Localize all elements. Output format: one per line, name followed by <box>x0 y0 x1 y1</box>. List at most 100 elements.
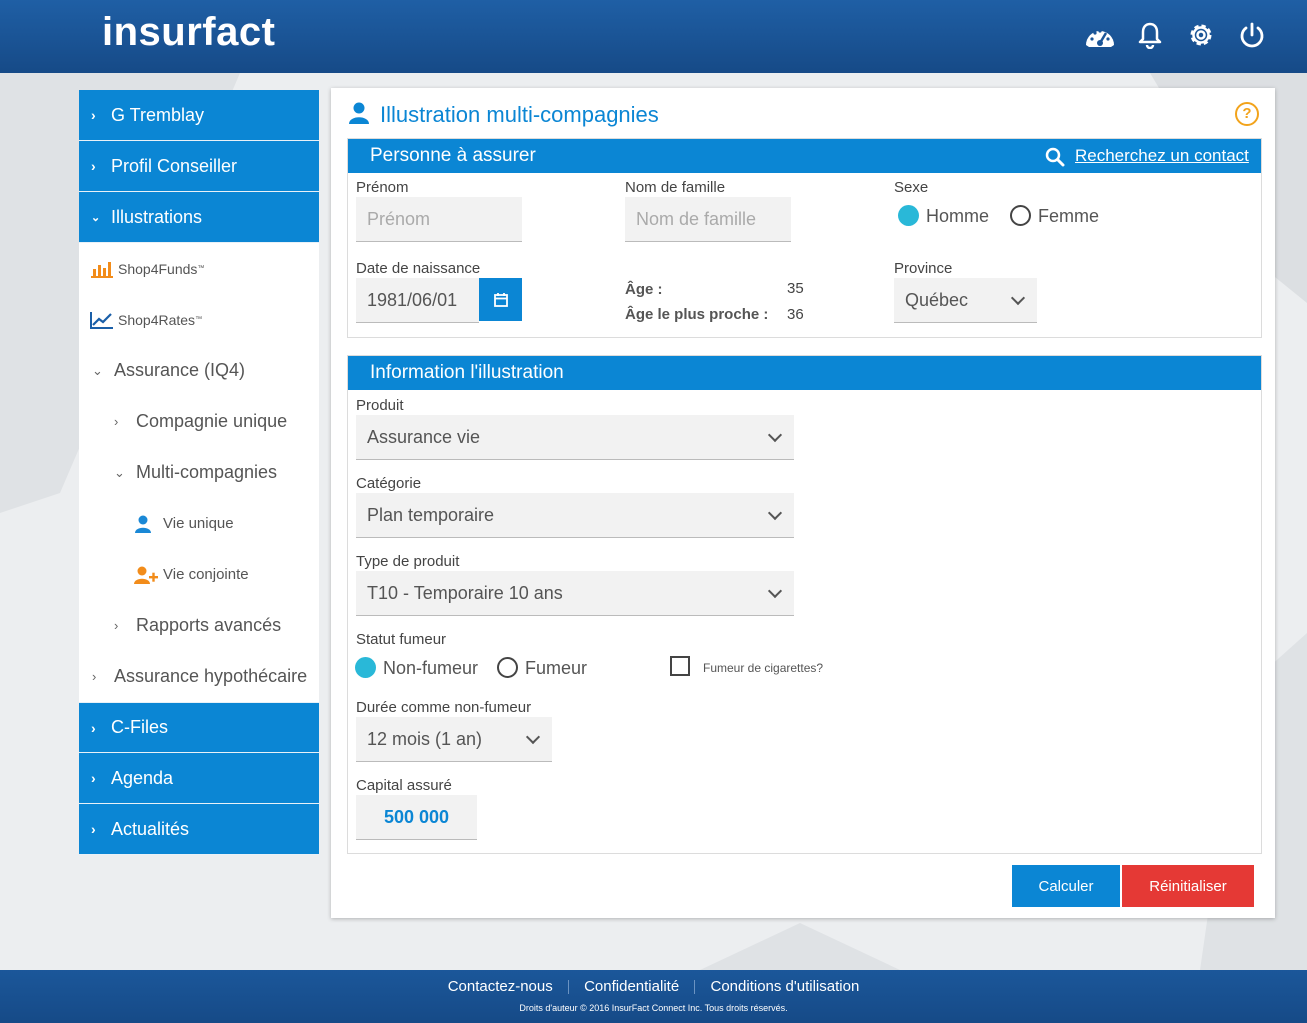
page-title: Illustration multi-compagnies <box>380 102 659 127</box>
trademark: ™ <box>195 316 203 323</box>
bar-chart-icon <box>91 261 113 278</box>
radio-non-fumeur[interactable] <box>355 657 376 678</box>
nom-field[interactable]: Nom de famille <box>625 197 791 242</box>
footer-link-confidentialite[interactable]: Confidentialité <box>584 978 679 995</box>
prenom-label: Prénom <box>356 179 409 196</box>
sidebar-item-vie-conjointe[interactable]: Vie conjointe <box>79 549 319 600</box>
sidebar-item-compagnie-unique[interactable]: › Compagnie unique <box>79 396 319 447</box>
sidebar-item-shop4funds[interactable]: Shop4Funds ™ <box>79 243 319 294</box>
bell-icon[interactable] <box>1133 18 1167 52</box>
province-select[interactable]: Québec <box>894 278 1037 323</box>
trademark: ™ <box>197 265 205 272</box>
radio-femme[interactable] <box>1010 205 1031 226</box>
calendar-button[interactable] <box>479 278 522 321</box>
sidebar-item-agenda[interactable]: › Agenda <box>79 753 319 804</box>
chevron-right-icon: › <box>91 158 96 174</box>
top-header: insurfact <box>0 0 1307 73</box>
calendar-icon <box>493 292 508 307</box>
section-personne: Personne à assurer Recherchez un contact… <box>347 138 1262 338</box>
chevron-right-icon: › <box>114 414 119 429</box>
radio-femme-label: Femme <box>1038 206 1100 226</box>
sidebar-item-actualites[interactable]: › Actualités <box>79 804 319 855</box>
nom-label: Nom de famille <box>625 179 726 196</box>
sidebar-item-c-files[interactable]: › C-Files <box>79 702 319 753</box>
radio-homme[interactable] <box>898 205 919 226</box>
age-value: 35 <box>787 280 804 297</box>
type-produit-value: T10 - Temporaire 10 ans <box>367 582 563 603</box>
sidebar-item-multi-compagnies[interactable]: ⌄ Multi-compagnies <box>79 447 319 498</box>
gear-icon[interactable] <box>1184 18 1218 52</box>
footer-link-conditions[interactable]: Conditions d'utilisation <box>711 978 860 995</box>
capital-label: Capital assuré <box>356 777 452 794</box>
chevron-down-icon <box>767 505 783 521</box>
radio-fumeur[interactable] <box>497 657 518 678</box>
duree-value: 12 mois (1 an) <box>367 728 483 749</box>
capital-field[interactable]: 500 000 <box>356 795 477 840</box>
user-icon <box>349 102 369 124</box>
dob-value: 1981/06/01 <box>367 289 458 310</box>
sidebar: › G Tremblay › Profil Conseiller ⌄ Illus… <box>79 90 319 855</box>
search-contact-link[interactable]: Recherchez un contact <box>1075 146 1249 166</box>
sidebar-item-label: C-Files <box>111 717 168 737</box>
chevron-down-icon <box>1010 290 1026 306</box>
cigarettes-label: Fumeur de cigarettes? <box>703 661 824 675</box>
sidebar-item-label: Rapports avancés <box>136 615 282 635</box>
age-proche-value: 36 <box>787 306 804 323</box>
calculer-button[interactable]: Calculer <box>1012 865 1120 907</box>
cigarettes-checkbox[interactable] <box>670 656 690 676</box>
sidebar-item-illustrations[interactable]: ⌄ Illustrations <box>79 192 319 243</box>
statut-fumeur-label: Statut fumeur <box>356 631 447 648</box>
sidebar-item-label: Illustrations <box>111 206 203 227</box>
sidebar-item-g-tremblay[interactable]: › G Tremblay <box>79 90 319 141</box>
footer-divider <box>567 980 569 995</box>
sidebar-item-label: Shop4Funds <box>118 260 198 277</box>
section-header: Personne à assurer Recherchez un contact <box>348 139 1261 173</box>
help-icon[interactable]: ? <box>1235 102 1259 126</box>
footer-divider <box>694 980 696 995</box>
main-panel: Illustration multi-compagnies ? Personne… <box>331 88 1275 918</box>
footer-link-contact[interactable]: Contactez-nous <box>448 978 553 995</box>
age-label: Âge : <box>625 281 663 298</box>
illustrations-submenu: Shop4Funds ™ Shop4Rates ™ ⌄ Assurance (IQ4… <box>79 243 319 702</box>
sidebar-item-assurance-iq4[interactable]: ⌄ Assurance (IQ4) <box>79 345 319 396</box>
section-title: Personne à assurer <box>370 145 536 166</box>
search-icon[interactable] <box>1045 147 1065 167</box>
dob-label: Date de naissance <box>356 260 481 277</box>
sidebar-item-shop4rates[interactable]: Shop4Rates ™ <box>79 294 319 345</box>
sidebar-item-vie-unique[interactable]: Vie unique <box>79 498 319 549</box>
reinitialiser-button[interactable]: Réinitialiser <box>1122 865 1254 907</box>
sidebar-item-profil-conseiller[interactable]: › Profil Conseiller <box>79 141 319 192</box>
insurfact-logo[interactable]: insurfact <box>102 10 275 55</box>
sidebar-item-rapports-avances[interactable]: › Rapports avancés <box>79 600 319 651</box>
duree-label: Durée comme non-fumeur <box>356 699 532 716</box>
user-icon <box>135 515 151 533</box>
categorie-label: Catégorie <box>356 475 422 492</box>
produit-select[interactable]: Assurance vie <box>356 415 794 460</box>
type-produit-select[interactable]: T10 - Temporaire 10 ans <box>356 571 794 616</box>
footer-links: Contactez-nous Confidentialité Condition… <box>0 978 1307 995</box>
sidebar-item-label: Actualités <box>111 818 190 839</box>
radio-fumeur-label: Fumeur <box>525 658 588 678</box>
chevron-down-icon <box>525 729 541 745</box>
chevron-right-icon: › <box>114 618 119 633</box>
sidebar-item-label: Multi-compagnies <box>136 462 278 482</box>
user-plus-icon <box>134 566 158 584</box>
power-icon[interactable] <box>1235 18 1269 52</box>
dob-field[interactable]: 1981/06/01 <box>356 278 479 323</box>
duree-select[interactable]: 12 mois (1 an) <box>356 717 552 762</box>
chevron-right-icon: › <box>91 719 96 736</box>
sidebar-item-assurance-hypothecaire[interactable]: › Assurance hypothécaire <box>79 651 319 702</box>
footer: Contactez-nous Confidentialité Condition… <box>0 970 1307 1023</box>
section-header: Information l'illustration <box>348 356 1261 390</box>
chevron-right-icon: › <box>92 669 97 684</box>
categorie-select[interactable]: Plan temporaire <box>356 493 794 538</box>
dashboard-icon[interactable] <box>1083 18 1117 52</box>
produit-value: Assurance vie <box>367 426 481 447</box>
sidebar-item-label: Agenda <box>111 767 174 788</box>
age-proche-label: Âge le plus proche : <box>625 306 769 323</box>
type-produit-label: Type de produit <box>356 553 460 570</box>
chevron-right-icon: › <box>91 770 96 786</box>
sidebar-item-label: Assurance hypothécaire <box>114 666 308 686</box>
categorie-value: Plan temporaire <box>367 504 495 525</box>
prenom-field[interactable]: Prénom <box>356 197 522 242</box>
